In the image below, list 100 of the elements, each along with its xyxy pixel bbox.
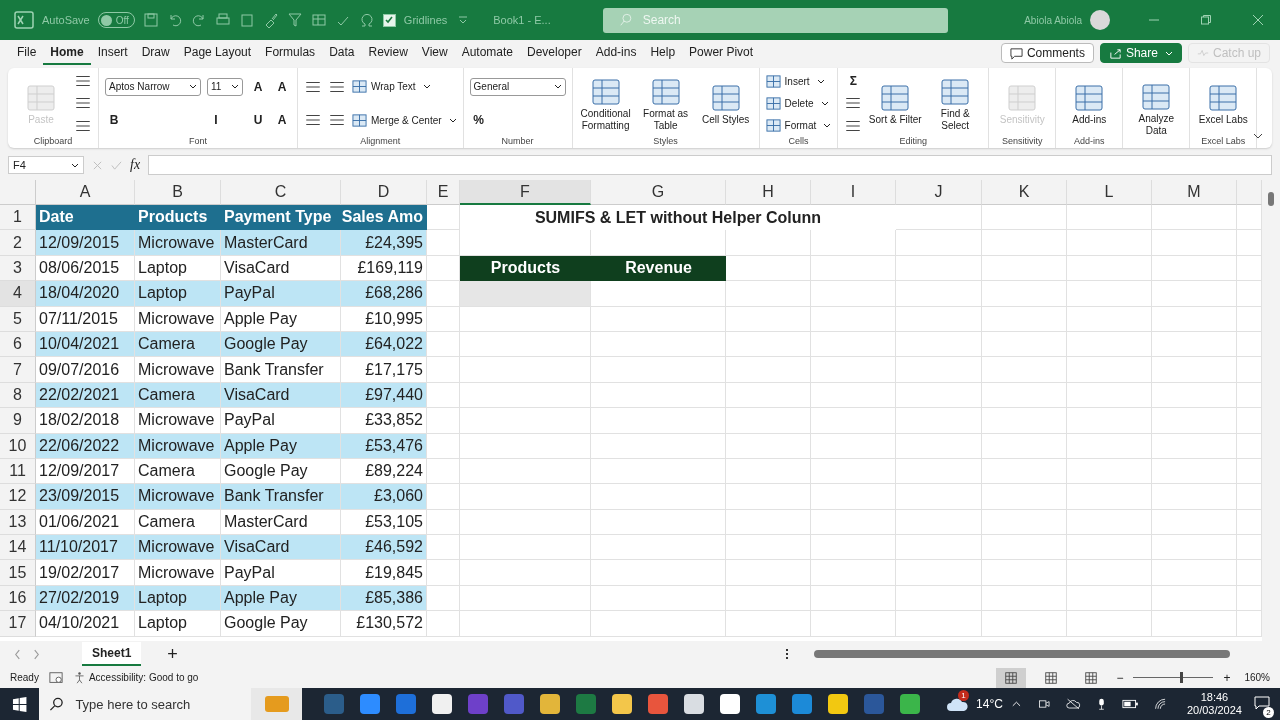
row-header[interactable]: 16 (0, 585, 36, 612)
column-header[interactable]: G (591, 180, 726, 205)
share-button[interactable]: Share (1099, 43, 1182, 63)
microphone-icon[interactable] (1096, 697, 1106, 711)
column-header[interactable]: E (427, 180, 460, 205)
menu-tab[interactable]: File (10, 41, 44, 65)
menu-tab[interactable]: Draw (134, 41, 177, 65)
column-header[interactable]: K (982, 180, 1067, 205)
dropdown-field[interactable]: Aptos Narrow (105, 77, 201, 96)
windows-logo-icon[interactable] (12, 695, 28, 713)
ribbon-button[interactable]: Insert (765, 73, 825, 89)
app-tile-icon[interactable] (900, 694, 921, 714)
app-tile-icon[interactable] (720, 694, 741, 714)
glyph-toolbar-button[interactable]: Σ (844, 72, 863, 91)
menu-tab[interactable]: Home (43, 41, 91, 65)
app-tile-icon[interactable] (504, 694, 525, 714)
column-header[interactable]: A (36, 180, 135, 205)
row-header[interactable]: 12 (0, 484, 36, 510)
app-tile-icon[interactable] (540, 694, 561, 714)
app-tile-icon[interactable] (648, 694, 669, 714)
row-header[interactable]: 13 (0, 509, 36, 536)
app-tile-icon[interactable] (792, 694, 813, 714)
temperature[interactable]: 14°C (976, 697, 1003, 711)
ribbon-button[interactable]: Conditional Formatting (578, 75, 633, 132)
glyph-toolbar-button[interactable]: A (273, 77, 291, 96)
row-header[interactable]: 10 (0, 433, 36, 459)
menu-tab[interactable]: Page Layout (176, 41, 259, 65)
row-header[interactable]: 9 (0, 408, 36, 434)
menu-tab[interactable]: Formulas (258, 41, 323, 65)
column-header[interactable]: C (221, 180, 341, 205)
chevron-left-icon[interactable] (14, 648, 21, 660)
ribbon-button[interactable]: Format as Table (638, 75, 693, 132)
row-header[interactable]: 3 (0, 255, 36, 282)
cloud-off-icon[interactable] (1066, 697, 1081, 711)
menu-tab[interactable]: Review (361, 41, 415, 65)
menu-tab[interactable]: Developer (520, 41, 589, 65)
camera-icon[interactable] (1037, 697, 1051, 711)
app-tile-icon[interactable] (468, 694, 489, 714)
clock[interactable]: 18:46 20/03/2024 (1186, 691, 1242, 717)
ribbon-button[interactable]: Sort & Filter (868, 81, 923, 126)
column-header[interactable]: D (341, 180, 427, 205)
spreadsheet-logo-icon[interactable] (14, 10, 34, 30)
battery-icon[interactable] (1121, 699, 1139, 709)
app-tile-icon[interactable] (324, 694, 345, 714)
glyph-toolbar-button[interactable]: B (105, 111, 123, 130)
accessibility-status[interactable]: Accessibility: Good to go (72, 671, 199, 684)
slider-thumb[interactable] (1180, 672, 1184, 683)
dropdown-field[interactable]: 11 (207, 77, 243, 96)
add-sheet-button[interactable]: + (167, 643, 178, 665)
chevron-right-icon[interactable] (33, 648, 40, 660)
ribbon-button[interactable]: Merge & Center (352, 112, 457, 128)
row-header[interactable]: 15 (0, 560, 36, 586)
row-header[interactable]: 11 (0, 458, 36, 485)
insert-function-button[interactable]: fx (130, 157, 141, 173)
app-tile-icon[interactable] (756, 694, 777, 714)
menu-tab[interactable]: Help (643, 41, 683, 65)
save-icon[interactable] (142, 12, 159, 28)
row-header[interactable]: 14 (0, 535, 36, 561)
ribbon-button[interactable]: Add-ins (1062, 81, 1117, 126)
restore-icon[interactable] (1200, 14, 1212, 26)
row-header[interactable]: 7 (0, 357, 36, 383)
ribbon-button[interactable]: Find & Select (928, 75, 983, 132)
row-header[interactable]: 4 (0, 281, 36, 307)
row-header[interactable]: 17 (0, 611, 36, 637)
row-header[interactable]: 6 (0, 331, 36, 358)
comments-button[interactable]: Comments (1000, 43, 1094, 63)
close-icon[interactable] (1252, 14, 1264, 26)
column-header[interactable]: I (811, 180, 896, 205)
row-header[interactable]: 5 (0, 306, 36, 332)
menu-tab[interactable]: View (414, 41, 455, 65)
row-header[interactable]: 1 (0, 205, 36, 231)
app-tile-icon[interactable] (576, 694, 597, 714)
wifi-icon[interactable] (1154, 697, 1167, 711)
glyph-toolbar-button[interactable]: A (249, 77, 267, 96)
glyph-toolbar-button[interactable]: U (249, 111, 267, 130)
glyph-toolbar-button[interactable]: A (273, 111, 291, 130)
column-header[interactable]: M (1152, 180, 1237, 205)
app-tile-icon[interactable] (432, 694, 453, 714)
zoom-out-button[interactable]: − (1116, 670, 1124, 685)
filter-icon[interactable] (286, 12, 303, 28)
ribbon-button[interactable]: Excel Labs (1196, 81, 1251, 126)
macro-record-icon[interactable] (48, 670, 63, 685)
menu-tab[interactable]: Add-ins (588, 41, 644, 65)
column-header[interactable]: L (1067, 180, 1152, 205)
menu-tab[interactable]: Power Pivot (682, 41, 761, 65)
ribbon-button[interactable]: Format (765, 118, 832, 134)
name-box[interactable]: F4 (8, 156, 84, 174)
table-icon[interactable] (310, 12, 327, 28)
app-tile-icon[interactable] (684, 694, 705, 714)
ribbon-button[interactable]: Delete (765, 96, 829, 111)
app-tile-icon[interactable] (828, 694, 849, 714)
menu-tab[interactable]: Insert (90, 41, 135, 65)
avatar[interactable] (1090, 10, 1110, 30)
search-field[interactable]: Search (602, 7, 948, 33)
ribbon-button[interactable]: Wrap Text (352, 79, 431, 95)
taskbar-search-field[interactable]: Type here to search (39, 688, 252, 720)
app-tile-icon[interactable] (396, 694, 417, 714)
app-tile-icon[interactable] (864, 694, 885, 714)
column-header[interactable]: B (135, 180, 221, 205)
menu-tab[interactable]: Data (322, 41, 362, 65)
